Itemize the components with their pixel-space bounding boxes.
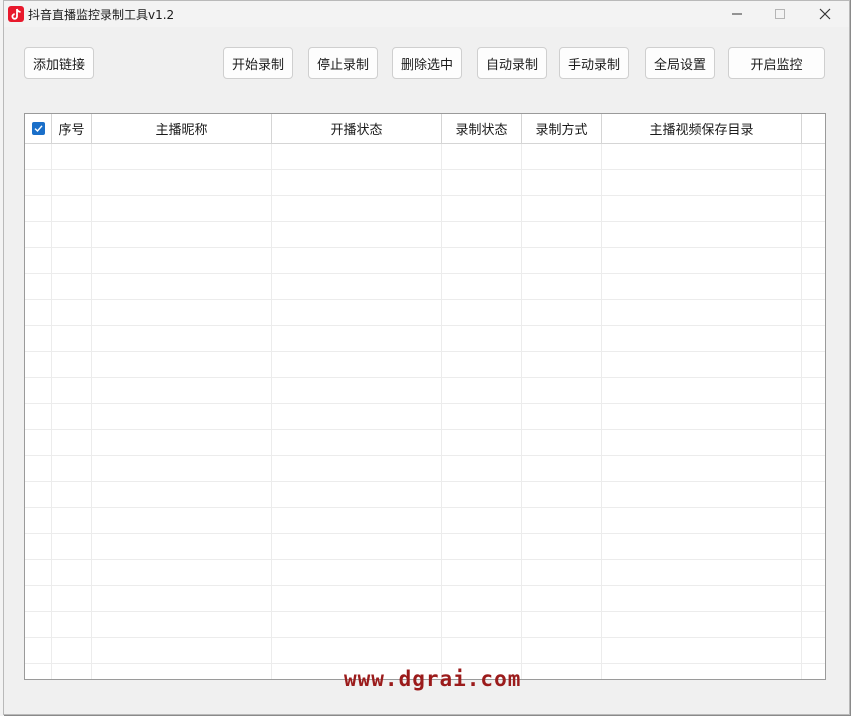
table-row: [25, 456, 825, 482]
grid-column-line: [91, 144, 92, 679]
table-row: [25, 404, 825, 430]
table-row: [25, 534, 825, 560]
table-header: 序号 主播昵称 开播状态 录制状态 录制方式 主播视频保存目录: [25, 114, 825, 144]
app-window: 抖音直播监控录制工具v1.2 添加链接 开始录制 停止录制 删除选中 自动录制 …: [3, 0, 850, 715]
table-row: [25, 222, 825, 248]
column-header-index[interactable]: 序号: [52, 114, 92, 143]
column-header-filler: [802, 114, 825, 143]
window-title: 抖音直播监控录制工具v1.2: [28, 8, 175, 22]
maximize-button[interactable]: [757, 1, 803, 27]
table-row: [25, 612, 825, 638]
table-row: [25, 378, 825, 404]
grid-column-line: [521, 144, 522, 679]
table-body[interactable]: [25, 144, 825, 679]
checkmark-icon: [34, 125, 43, 133]
watermark-text: www.dgrai.com: [344, 667, 522, 691]
grid-column-line: [51, 144, 52, 679]
column-header-save-directory[interactable]: 主播视频保存目录: [602, 114, 802, 143]
minimize-icon: [732, 13, 742, 15]
global-settings-button[interactable]: 全局设置: [645, 47, 715, 79]
table-row: [25, 144, 825, 170]
manual-record-button[interactable]: 手动录制: [559, 47, 629, 79]
table-row: [25, 326, 825, 352]
select-all-checkbox[interactable]: [31, 122, 45, 135]
table-row: [25, 196, 825, 222]
table-row: [25, 300, 825, 326]
table-row: [25, 170, 825, 196]
table-row: [25, 586, 825, 612]
douyin-app-icon: [8, 6, 24, 22]
delete-selected-button[interactable]: 删除选中: [392, 47, 462, 79]
close-icon: [819, 8, 831, 20]
stop-record-button[interactable]: 停止录制: [308, 47, 378, 79]
add-link-button[interactable]: 添加链接: [24, 47, 94, 79]
table-row: [25, 352, 825, 378]
start-record-button[interactable]: 开始录制: [223, 47, 293, 79]
column-header-record-mode[interactable]: 录制方式: [522, 114, 602, 143]
stream-table: 序号 主播昵称 开播状态 录制状态 录制方式 主播视频保存目录: [24, 113, 826, 680]
table-row: [25, 248, 825, 274]
grid-column-line: [601, 144, 602, 679]
column-header-live-status[interactable]: 开播状态: [272, 114, 442, 143]
column-header-record-status[interactable]: 录制状态: [442, 114, 522, 143]
title-bar: 抖音直播监控录制工具v1.2: [4, 1, 849, 27]
select-all-cell: [25, 114, 52, 143]
start-monitor-button[interactable]: 开启监控: [728, 47, 825, 79]
grid-column-line: [801, 144, 802, 679]
minimize-button[interactable]: [714, 1, 760, 27]
table-row: [25, 430, 825, 456]
column-header-nickname[interactable]: 主播昵称: [92, 114, 272, 143]
maximize-icon: [775, 9, 785, 19]
close-button[interactable]: [802, 1, 848, 27]
table-row: [25, 482, 825, 508]
table-row: [25, 508, 825, 534]
table-row: [25, 560, 825, 586]
grid-column-line: [271, 144, 272, 679]
table-row: [25, 638, 825, 664]
grid-column-line: [441, 144, 442, 679]
table-row: [25, 274, 825, 300]
auto-record-button[interactable]: 自动录制: [477, 47, 547, 79]
